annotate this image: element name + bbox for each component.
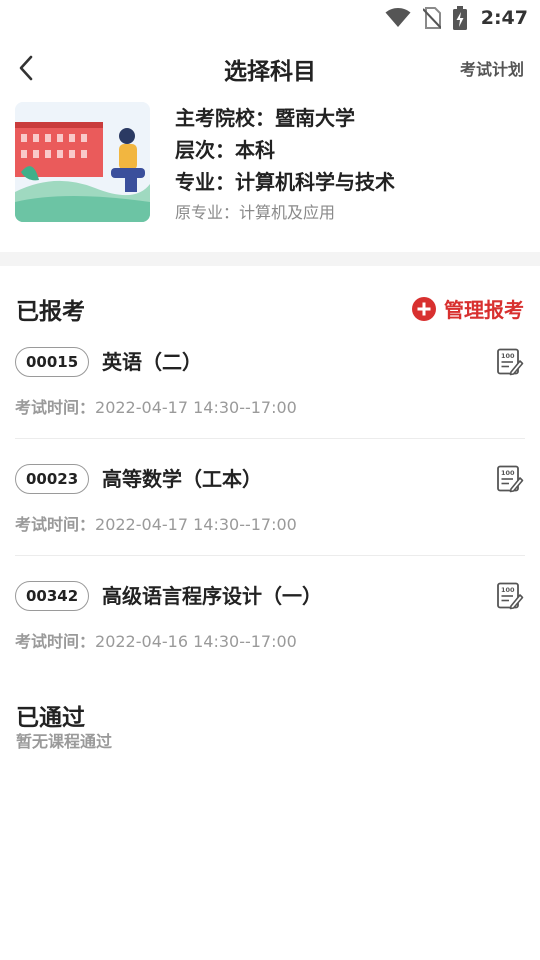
exam-time: 考试时间：2022-04-17 14:30--17:00 — [15, 394, 297, 418]
school-label: 主考院校：暨南大学 — [175, 106, 355, 130]
wifi-icon — [385, 8, 411, 27]
course-item[interactable]: 00342 高级语言程序设计（一） 100 考试时间：2022-04-16 14… — [0, 581, 540, 698]
exam-time: 考试时间：2022-04-16 14:30--17:00 — [15, 628, 297, 652]
status-bar: 2:47 — [0, 0, 540, 36]
status-icons: 2:47 — [385, 6, 528, 30]
svg-text:100: 100 — [501, 586, 515, 594]
exam-time-label: 考试时间： — [15, 515, 96, 534]
plus-circle-icon — [412, 296, 436, 321]
course-code: 00023 — [15, 464, 90, 494]
exam-time-value: 2022-04-17 14:30--17:00 — [95, 398, 297, 417]
passed-empty-text: 暂无课程通过 — [16, 732, 113, 751]
exam-time-label: 考试时间： — [15, 398, 96, 417]
exam-time-label: 考试时间： — [15, 632, 96, 651]
student-illustration — [15, 102, 150, 222]
profile-info: 主考院校：暨南大学 层次：本科 专业：计算机科学与技术 原专业：计算机及应用 — [175, 102, 395, 228]
status-time: 2:47 — [480, 7, 528, 29]
course-item[interactable]: 00015 英语（二） 100 考试时间：2022-04-17 14:30--1… — [0, 347, 540, 464]
course-name: 高等数学（工本） — [102, 467, 262, 491]
svg-text:100: 100 — [501, 469, 515, 477]
course-name: 高级语言程序设计（一） — [102, 584, 322, 608]
header: 选择科目 考试计划 — [0, 40, 540, 98]
course-code: 00015 — [15, 347, 90, 377]
exam-time: 考试时间：2022-04-17 14:30--17:00 — [15, 511, 297, 535]
exam-time-value: 2022-04-17 14:30--17:00 — [95, 515, 297, 534]
course-divider — [15, 438, 525, 439]
exam-score-edit-icon[interactable]: 100 — [496, 348, 524, 376]
no-sim-icon — [422, 7, 441, 29]
exam-score-edit-icon[interactable]: 100 — [496, 465, 524, 493]
major-label: 专业：计算机科学与技术 — [175, 170, 395, 194]
manage-registration-button[interactable]: 管理报考 — [412, 294, 524, 323]
course-code: 00342 — [15, 581, 90, 611]
manage-registration-label: 管理报考 — [444, 298, 524, 322]
passed-section-title: 已通过 — [16, 705, 85, 731]
section-divider — [0, 252, 540, 266]
course-divider — [15, 555, 525, 556]
exam-time-value: 2022-04-16 14:30--17:00 — [95, 632, 297, 651]
original-major-label: 原专业：计算机及应用 — [175, 203, 336, 222]
course-item[interactable]: 00023 高等数学（工本） 100 考试时间：2022-04-17 14:30… — [0, 464, 540, 581]
registered-section-title: 已报考 — [16, 299, 85, 325]
svg-text:100: 100 — [501, 352, 515, 360]
battery-charging-icon — [452, 6, 467, 30]
exam-plan-link[interactable]: 考试计划 — [460, 56, 524, 80]
banner-illustration — [15, 102, 150, 222]
exam-score-edit-icon[interactable]: 100 — [496, 582, 524, 610]
course-name: 英语（二） — [102, 350, 202, 374]
level-label: 层次：本科 — [175, 138, 275, 162]
profile-card: 主考院校：暨南大学 层次：本科 专业：计算机科学与技术 原专业：计算机及应用 — [0, 100, 540, 250]
